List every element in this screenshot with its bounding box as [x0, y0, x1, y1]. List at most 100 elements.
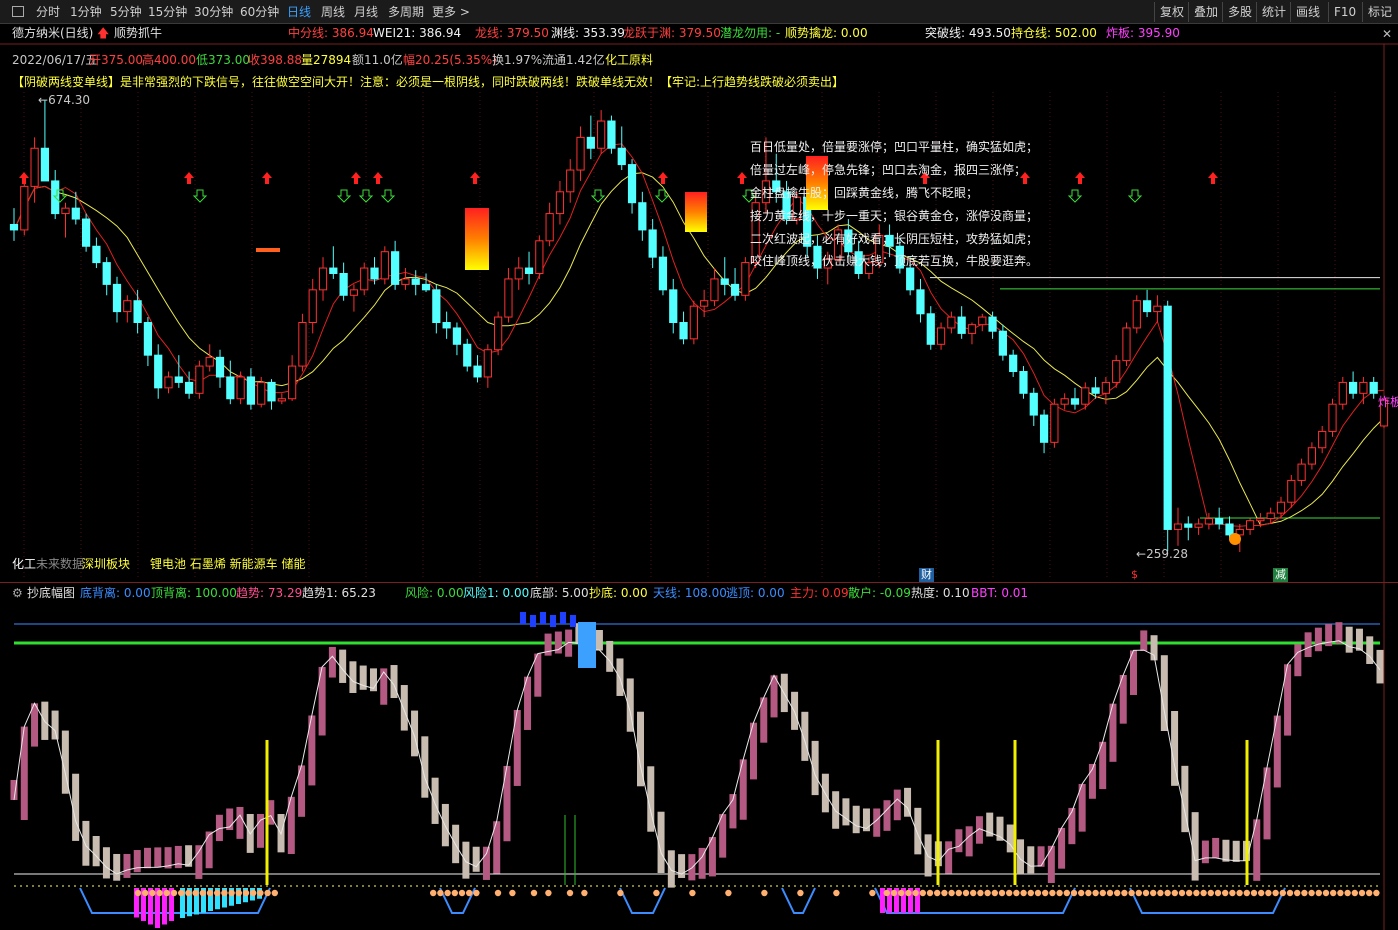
oscillator-bar	[380, 668, 388, 705]
oscillator-bar	[1345, 626, 1353, 653]
oscillator-bar	[92, 835, 100, 867]
bottom-dot	[1013, 889, 1020, 897]
oscillator-bar	[1304, 632, 1312, 658]
top-marker	[520, 612, 526, 624]
oscillator-bar	[667, 850, 675, 888]
oscillator-chart[interactable]	[0, 0, 1398, 930]
oscillator-bar	[1355, 628, 1363, 651]
bottom-dot	[725, 889, 732, 897]
bottom-dot	[977, 889, 984, 897]
oscillator-bar	[154, 847, 162, 868]
bottom-dot	[1265, 889, 1272, 897]
oscillator-bar	[462, 841, 470, 879]
bottom-dot	[185, 889, 192, 897]
bottom-dot	[1258, 889, 1265, 897]
oscillator-bar	[1294, 644, 1302, 677]
bottom-dot	[509, 889, 516, 897]
bottom-dot	[1164, 889, 1171, 897]
bottom-dot	[1070, 889, 1078, 897]
oscillator-bar	[349, 661, 357, 693]
bottom-dot	[869, 889, 876, 897]
oscillator-bar	[1222, 839, 1230, 862]
oscillator-bar	[82, 820, 90, 866]
bottom-dot	[1358, 889, 1366, 897]
oscillator-bar	[965, 826, 973, 857]
bottom-dot	[955, 889, 962, 897]
oscillator-bar	[904, 787, 912, 817]
top-marker	[570, 615, 576, 627]
oscillator-bar	[482, 846, 490, 880]
oscillator-bar	[945, 841, 953, 874]
oscillator-bar	[144, 847, 152, 869]
bottom-dot	[1344, 889, 1351, 897]
oscillator-bar	[565, 629, 573, 657]
bottom-dot	[1236, 889, 1243, 897]
bottom-dot	[257, 889, 264, 897]
oscillator-bar	[205, 831, 213, 869]
bottom-dot	[1085, 889, 1092, 897]
oscillator-bar	[1314, 627, 1322, 652]
bottom-dot	[1128, 889, 1135, 897]
bottom-dot	[1099, 889, 1107, 897]
bottom-dot	[235, 889, 242, 897]
oscillator-bar	[472, 846, 480, 872]
bottom-dot	[458, 889, 466, 897]
bottom-dot	[1229, 889, 1236, 897]
bottom-dot	[1337, 889, 1344, 897]
oscillator-bar	[133, 850, 141, 873]
bottom-dot	[1121, 889, 1128, 897]
top-marker	[560, 612, 566, 624]
bottom-dot	[264, 889, 271, 897]
bottom-dot	[1027, 889, 1035, 897]
bottom-dot	[689, 889, 696, 897]
oscillator-bar	[852, 805, 860, 834]
oscillator-bar	[400, 685, 408, 731]
oscillator-bar	[606, 640, 614, 672]
bottom-dot	[242, 889, 250, 897]
oscillator-bar	[1232, 840, 1240, 862]
oscillator-bar	[51, 710, 59, 740]
bottom-dot	[437, 889, 444, 897]
oscillator-bar	[1191, 812, 1199, 881]
oscillator-bar	[1047, 845, 1055, 883]
bottom-dot	[1250, 889, 1258, 897]
bottom-dot	[962, 889, 970, 897]
bottom-dot	[545, 889, 552, 897]
bottom-dot	[984, 889, 991, 897]
bottom-dot	[228, 889, 235, 897]
oscillator-bar	[328, 646, 336, 678]
bottom-dot	[1214, 889, 1222, 897]
bottom-dot	[170, 889, 178, 897]
bottom-dot	[833, 889, 840, 897]
bottom-dot	[271, 889, 278, 897]
oscillator-bar	[914, 807, 922, 855]
oscillator-bar	[1017, 839, 1025, 875]
bottom-dot	[250, 889, 257, 897]
bottom-dot	[430, 889, 437, 897]
oscillator-bar	[883, 800, 891, 831]
oscillator-bar	[1027, 846, 1035, 874]
top-marker	[578, 622, 596, 668]
bottom-dot	[1142, 889, 1150, 897]
bottom-dot	[134, 889, 142, 897]
bottom-dot	[898, 889, 905, 897]
bottom-dot	[1200, 889, 1207, 897]
oscillator-bar	[1201, 840, 1209, 864]
bottom-dot	[761, 889, 768, 897]
bottom-dot	[1056, 889, 1063, 897]
bottom-dot	[473, 889, 480, 897]
bottom-dot	[206, 889, 214, 897]
bottom-dot	[1135, 889, 1143, 897]
bottom-dot	[934, 889, 941, 897]
oscillator-bar	[893, 789, 901, 821]
oscillator-bar	[1140, 630, 1148, 651]
top-marker	[530, 615, 536, 627]
bottom-dot	[494, 889, 502, 897]
oscillator-bar	[1058, 827, 1066, 869]
bottom-dot	[199, 889, 206, 897]
bottom-dot	[1243, 889, 1251, 897]
oscillator-bar	[185, 845, 193, 867]
oscillator-bar	[1068, 807, 1076, 845]
bottom-dot	[566, 889, 574, 897]
bottom-dot	[163, 889, 170, 897]
